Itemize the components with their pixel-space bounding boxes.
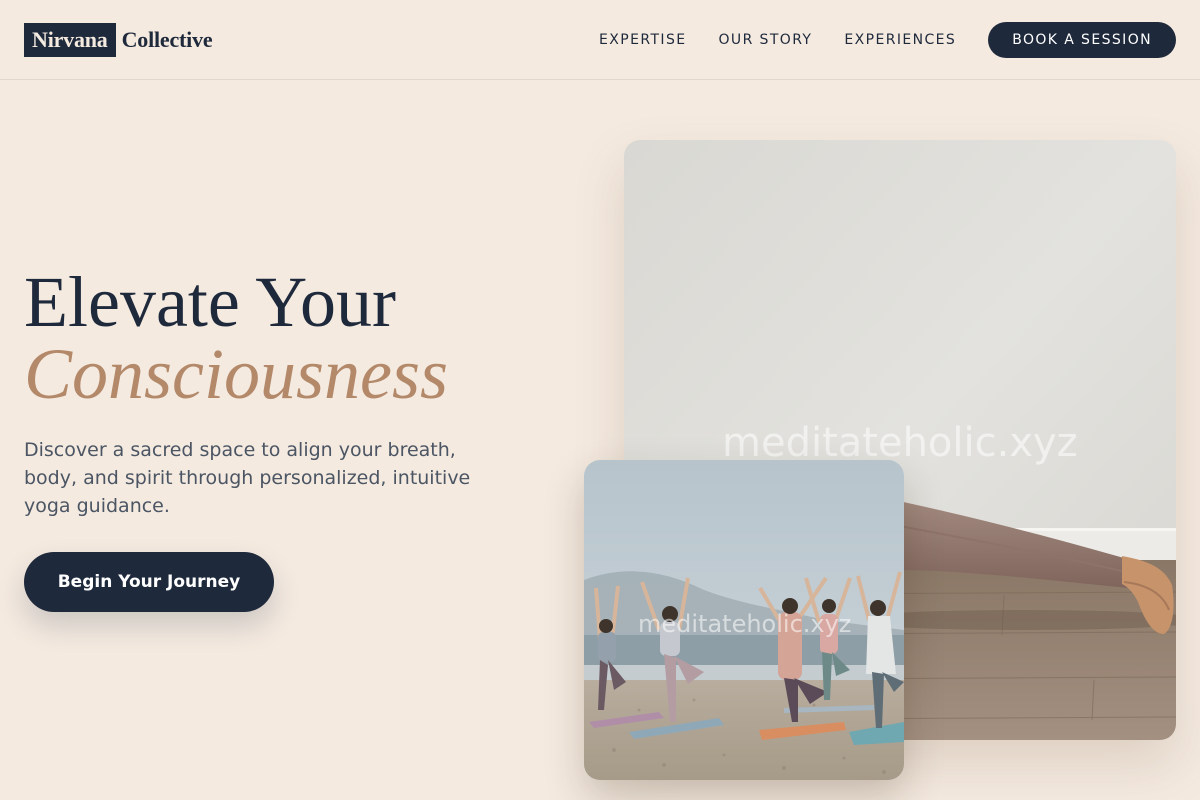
nav-link-expertise[interactable]: EXPERTISE — [599, 32, 686, 48]
hero-title-line2: Consciousness — [24, 334, 449, 414]
logo-text: Collective — [121, 27, 213, 52]
logo[interactable]: Nirvana Collective — [24, 23, 213, 57]
logo-highlight: Nirvana — [24, 23, 116, 57]
begin-journey-button[interactable]: Begin Your Journey — [24, 552, 274, 612]
nav-link-experiences[interactable]: EXPERIENCES — [844, 32, 956, 48]
hero-description: Discover a sacred space to align your br… — [24, 439, 471, 517]
hero-title-line1: Elevate Your — [24, 262, 396, 342]
beach-group-yoga-image: meditateholic.xyz — [584, 460, 904, 780]
beach-yoga-illustration — [584, 460, 904, 780]
hero-title: Elevate Your Consciousness — [24, 266, 448, 410]
nav-link-our-story[interactable]: OUR STORY — [719, 32, 813, 48]
site-header: Nirvana Collective EXPERTISE OUR STORY E… — [0, 0, 1200, 80]
book-session-button[interactable]: BOOK A SESSION — [988, 22, 1176, 58]
main-nav: EXPERTISE OUR STORY EXPERIENCES BOOK A S… — [599, 22, 1176, 58]
